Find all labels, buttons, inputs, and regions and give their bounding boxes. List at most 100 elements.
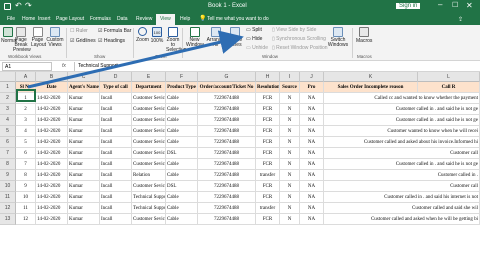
column-header[interactable]: D xyxy=(100,72,132,82)
table-cell[interactable]: Kumar xyxy=(68,148,100,159)
table-cell[interactable]: FCR xyxy=(256,126,280,137)
row-number[interactable]: 7 xyxy=(0,148,16,159)
tab-page-layout[interactable]: Page Layout xyxy=(56,14,84,25)
tab-review[interactable]: Review xyxy=(136,14,152,25)
table-cell[interactable]: NA xyxy=(300,148,324,159)
table-cell[interactable]: Kumar xyxy=(68,93,100,104)
table-cell[interactable]: 14-02-2020 xyxy=(36,214,68,225)
table-cell[interactable]: Kumar xyxy=(68,181,100,192)
switch-windows-button[interactable]: Switch Windows xyxy=(326,27,350,48)
table-cell[interactable]: Incall xyxy=(100,115,132,126)
table-cell[interactable]: Incall xyxy=(100,126,132,137)
view-side-by-side-button[interactable]: ▯ View Side by Side xyxy=(272,27,316,33)
header-cell[interactable]: Agent's Name xyxy=(68,82,100,93)
table-cell[interactable]: 6 xyxy=(16,148,36,159)
table-cell[interactable]: N xyxy=(280,137,300,148)
table-cell[interactable]: Incall xyxy=(100,148,132,159)
table-cell[interactable]: Kumar xyxy=(68,203,100,214)
page-break-preview-button[interactable]: Page Break Preview xyxy=(13,27,31,53)
worksheet-grid[interactable]: 1 Sl No Date Agent's Name Type of call Depart… xyxy=(0,82,480,270)
table-cell[interactable]: Customer Sevice xyxy=(132,104,166,115)
table-cell[interactable]: 7229674488 xyxy=(198,159,256,170)
table-cell[interactable]: Incall xyxy=(100,181,132,192)
table-cell[interactable]: Customer Sevice xyxy=(132,126,166,137)
table-cell[interactable]: Incall xyxy=(100,137,132,148)
table-cell[interactable]: Cable xyxy=(166,192,198,203)
table-cell[interactable]: 1 xyxy=(16,93,36,104)
custom-views-button[interactable]: Custom Views xyxy=(46,27,64,48)
table-cell[interactable]: N xyxy=(280,214,300,225)
redo-icon[interactable]: ↷ xyxy=(25,1,32,10)
table-cell[interactable]: N xyxy=(280,170,300,181)
table-cell[interactable]: 14-02-2020 xyxy=(36,159,68,170)
table-cell[interactable]: 7229674488 xyxy=(198,148,256,159)
table-cell[interactable]: Cable xyxy=(166,170,198,181)
table-cell[interactable]: DSL xyxy=(166,181,198,192)
hide-button[interactable]: ▭ Hide xyxy=(246,36,262,42)
table-cell[interactable]: Cable xyxy=(166,115,198,126)
table-cell[interactable]: Customer called in . xyxy=(324,170,480,181)
table-cell[interactable]: Called cc and wanted to know whether the… xyxy=(324,93,480,104)
table-cell[interactable]: 7229674488 xyxy=(198,214,256,225)
table-cell[interactable]: Incall xyxy=(100,214,132,225)
minimize-icon[interactable]: – xyxy=(438,0,442,9)
select-all-corner[interactable] xyxy=(0,72,16,82)
table-cell[interactable]: 7229674488 xyxy=(198,126,256,137)
row-number[interactable]: 6 xyxy=(0,137,16,148)
table-cell[interactable]: NA xyxy=(300,93,324,104)
table-cell[interactable]: N xyxy=(280,181,300,192)
column-header[interactable]: E xyxy=(132,72,166,82)
header-cell[interactable]: Call R xyxy=(418,82,480,93)
table-cell[interactable]: Kumar xyxy=(68,104,100,115)
zoom-to-selection-button[interactable]: Zoom to Selection xyxy=(166,27,187,53)
column-header[interactable]: K xyxy=(324,72,418,82)
table-cell[interactable]: Cable xyxy=(166,203,198,214)
share-icon[interactable]: ⇪ xyxy=(458,16,463,23)
table-cell[interactable]: 14-02-2020 xyxy=(36,104,68,115)
table-cell[interactable]: Customer Sevice xyxy=(132,159,166,170)
table-cell[interactable]: Customer call xyxy=(324,181,480,192)
table-cell[interactable]: 7229674488 xyxy=(198,203,256,214)
table-cell[interactable]: Kumar xyxy=(68,115,100,126)
row-number[interactable]: 10 xyxy=(0,181,16,192)
header-cell[interactable]: Sl No xyxy=(16,82,36,93)
table-cell[interactable]: Kumar xyxy=(68,159,100,170)
table-cell[interactable]: Relation xyxy=(132,170,166,181)
row-number[interactable]: 11 xyxy=(0,192,16,203)
page-layout-button[interactable]: Page Layout xyxy=(31,27,46,48)
row-number[interactable]: 5 xyxy=(0,126,16,137)
zoom-button[interactable]: Zoom xyxy=(136,27,149,43)
table-cell[interactable]: FCR xyxy=(256,137,280,148)
row-number[interactable]: 3 xyxy=(0,104,16,115)
table-cell[interactable]: Incall xyxy=(100,104,132,115)
fx-icon[interactable]: fx xyxy=(62,62,66,71)
table-cell[interactable]: Customer Sevice xyxy=(132,148,166,159)
header-cell[interactable]: Pro xyxy=(300,82,324,93)
table-cell[interactable]: Customer called in . and said he is not … xyxy=(324,159,480,170)
table-cell[interactable]: Customer Sevice xyxy=(132,115,166,126)
zoom-100-button[interactable]: 100 100% xyxy=(150,27,164,44)
table-cell[interactable]: FCR xyxy=(256,192,280,203)
table-cell[interactable]: 8 xyxy=(16,170,36,181)
table-cell[interactable]: Customer called in . and said he is not … xyxy=(324,115,480,126)
row-number[interactable]: 12 xyxy=(0,203,16,214)
table-cell[interactable]: Cable xyxy=(166,159,198,170)
table-cell[interactable]: FCR xyxy=(256,115,280,126)
header-cell[interactable]: Type of call xyxy=(100,82,132,93)
table-cell[interactable]: 14-02-2020 xyxy=(36,115,68,126)
gridlines-checkbox[interactable]: ☑ Gridlines xyxy=(70,38,96,44)
table-cell[interactable]: N xyxy=(280,148,300,159)
table-cell[interactable]: 3 xyxy=(16,115,36,126)
table-cell[interactable]: 7229674488 xyxy=(198,181,256,192)
table-cell[interactable]: Customer Sevice xyxy=(132,93,166,104)
table-cell[interactable]: 10 xyxy=(16,192,36,203)
table-cell[interactable]: transfer xyxy=(256,170,280,181)
column-header[interactable]: G xyxy=(198,72,256,82)
tell-me-search[interactable]: Tell me what you want to do xyxy=(207,14,269,25)
table-cell[interactable]: N xyxy=(280,192,300,203)
table-cell[interactable]: Cable xyxy=(166,126,198,137)
table-cell[interactable]: FCR xyxy=(256,104,280,115)
close-icon[interactable]: ✕ xyxy=(466,1,473,10)
table-cell[interactable]: FCR xyxy=(256,159,280,170)
table-cell[interactable]: 4 xyxy=(16,126,36,137)
